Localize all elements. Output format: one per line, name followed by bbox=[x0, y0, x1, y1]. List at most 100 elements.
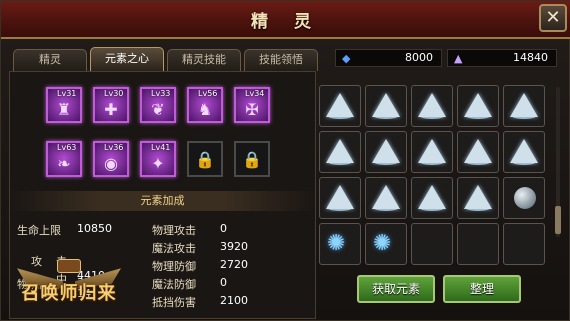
inventory-slot[interactable] bbox=[503, 177, 545, 219]
stat-value: 3920 bbox=[220, 240, 248, 253]
slot-level: Lv56 bbox=[198, 89, 218, 98]
inventory-slot[interactable] bbox=[365, 131, 407, 173]
tab-sprite[interactable]: 精灵 bbox=[13, 49, 87, 71]
inventory-slot[interactable] bbox=[503, 223, 545, 265]
element-pile-icon bbox=[418, 183, 446, 211]
inventory-slot[interactable] bbox=[457, 223, 499, 265]
element-pile-icon bbox=[510, 137, 538, 165]
element-pile-icon bbox=[326, 183, 354, 211]
inventory-slot[interactable] bbox=[457, 177, 499, 219]
element-pile-icon bbox=[464, 183, 492, 211]
stat-value: 10850 bbox=[77, 222, 112, 235]
element-slot-emblem[interactable]: Lv41 ✦ bbox=[140, 141, 176, 177]
element-pile-icon bbox=[372, 137, 400, 165]
inventory-slot[interactable] bbox=[365, 177, 407, 219]
stat-magic-attack: 魔法攻击 3920 bbox=[152, 240, 248, 256]
element-orb-icon bbox=[510, 183, 538, 211]
element-shard-icon: ✺ bbox=[327, 231, 346, 256]
stat-label: 物理防御 bbox=[152, 260, 196, 273]
element-pile-icon bbox=[510, 91, 538, 119]
bonus-header: 元素加成 bbox=[9, 191, 316, 211]
stat-label: 生命上限 bbox=[17, 224, 61, 237]
element-slot-crest[interactable]: Lv34 ✠ bbox=[234, 87, 270, 123]
stat-value: 2100 bbox=[220, 294, 248, 307]
crest-icon: ✠ bbox=[245, 100, 259, 119]
inventory-slot[interactable] bbox=[503, 131, 545, 173]
element-slot-wing[interactable]: Lv33 ❦ bbox=[140, 87, 176, 123]
logo-emblem bbox=[57, 259, 81, 273]
crystal-amount: 14840 bbox=[513, 51, 548, 64]
element-slot-feather[interactable]: Lv63 ❧ bbox=[46, 141, 82, 177]
element-slot-eye[interactable]: Lv36 ◉ bbox=[93, 141, 129, 177]
inventory-slot[interactable] bbox=[411, 223, 453, 265]
stat-hp: 生命上限 10850 bbox=[17, 222, 112, 238]
inventory-slot[interactable]: ✺ bbox=[365, 223, 407, 265]
element-slot-helmet[interactable]: Lv56 ♞ bbox=[187, 87, 223, 123]
slot-level: Lv41 bbox=[151, 143, 171, 152]
element-slot-guardian[interactable]: Lv31 ♜ bbox=[46, 87, 82, 123]
slot-level: Lv30 bbox=[104, 89, 124, 98]
stat-value: 0 bbox=[220, 276, 227, 289]
stat-phys-attack: 物理攻击 0 bbox=[152, 222, 227, 238]
stat-damage-block: 抵挡伤害 2100 bbox=[152, 294, 248, 310]
element-pile-icon bbox=[464, 91, 492, 119]
stat-value: 0 bbox=[220, 222, 227, 235]
game-logo: 召唤师归来 bbox=[13, 257, 125, 317]
eye-icon: ◉ bbox=[104, 154, 118, 173]
tab-skill-comprehend[interactable]: 技能领悟 bbox=[244, 49, 318, 71]
crystal-counter: ▲ 14840 bbox=[447, 49, 557, 67]
padlock-icon: 🔒 bbox=[195, 150, 215, 169]
fetch-element-button[interactable]: 获取元素 bbox=[357, 275, 435, 303]
locked-slot[interactable]: 🔒 bbox=[187, 141, 223, 177]
tab-sprite-skill[interactable]: 精灵技能 bbox=[167, 49, 241, 71]
stat-value: 2720 bbox=[220, 258, 248, 271]
element-pile-icon bbox=[418, 137, 446, 165]
shield-cross-icon: ✚ bbox=[104, 100, 118, 119]
inventory-slot[interactable] bbox=[503, 85, 545, 127]
slot-level: Lv34 bbox=[245, 89, 265, 98]
stat-magic-defense: 魔法防御 0 bbox=[152, 276, 227, 292]
inventory-slot[interactable] bbox=[411, 131, 453, 173]
inventory-slot[interactable] bbox=[411, 85, 453, 127]
sort-button[interactable]: 整理 bbox=[443, 275, 521, 303]
element-pile-icon bbox=[326, 91, 354, 119]
blue-diamond-icon: ◆ bbox=[342, 52, 351, 65]
helmet-icon: ♞ bbox=[197, 100, 213, 119]
element-slot-shield[interactable]: Lv30 ✚ bbox=[93, 87, 129, 123]
inventory-slot[interactable] bbox=[319, 177, 361, 219]
wing-icon: ❦ bbox=[151, 100, 165, 119]
inventory-slot[interactable] bbox=[457, 85, 499, 127]
scrollbar-thumb[interactable] bbox=[555, 206, 561, 234]
inventory-slot[interactable] bbox=[319, 85, 361, 127]
close-button[interactable]: ✕ bbox=[539, 4, 567, 32]
element-pile-icon bbox=[418, 91, 446, 119]
tab-element-heart[interactable]: 元素之心 bbox=[90, 47, 164, 71]
slot-level: Lv31 bbox=[57, 89, 77, 98]
slot-level: Lv33 bbox=[151, 89, 171, 98]
stat-label: 抵挡伤害 bbox=[152, 296, 196, 309]
diamond-amount: 8000 bbox=[405, 51, 433, 64]
inventory-slot[interactable]: ✺ bbox=[319, 223, 361, 265]
title-bar: 精 灵 ✕ bbox=[1, 1, 570, 39]
locked-slot[interactable]: 🔒 bbox=[234, 141, 270, 177]
slot-level: Lv63 bbox=[57, 143, 77, 152]
stat-label: 魔法攻击 bbox=[152, 242, 196, 255]
inventory-slot[interactable] bbox=[365, 85, 407, 127]
feather-icon: ❧ bbox=[57, 154, 71, 173]
inventory-slot[interactable] bbox=[457, 131, 499, 173]
logo-text: 召唤师归来 bbox=[21, 283, 117, 304]
window-title: 精 灵 bbox=[251, 12, 321, 32]
stat-label: 物理攻击 bbox=[152, 224, 196, 237]
element-pile-icon bbox=[372, 91, 400, 119]
game-window: 精 灵 ✕ 精灵 元素之心 精灵技能 技能领悟 ◆ 8000 ▲ 14840 L… bbox=[0, 0, 570, 321]
winged-emblem-icon: ✦ bbox=[151, 154, 165, 173]
stat-label: 魔法防御 bbox=[152, 278, 196, 291]
element-shard-icon: ✺ bbox=[373, 231, 392, 256]
guardian-icon: ♜ bbox=[56, 100, 72, 119]
inventory-slot[interactable] bbox=[411, 177, 453, 219]
element-pile-icon bbox=[326, 137, 354, 165]
diamond-counter: ◆ 8000 bbox=[335, 49, 442, 67]
inventory-slot[interactable] bbox=[319, 131, 361, 173]
stat-phys-defense: 物理防御 2720 bbox=[152, 258, 248, 274]
element-pile-icon bbox=[464, 137, 492, 165]
